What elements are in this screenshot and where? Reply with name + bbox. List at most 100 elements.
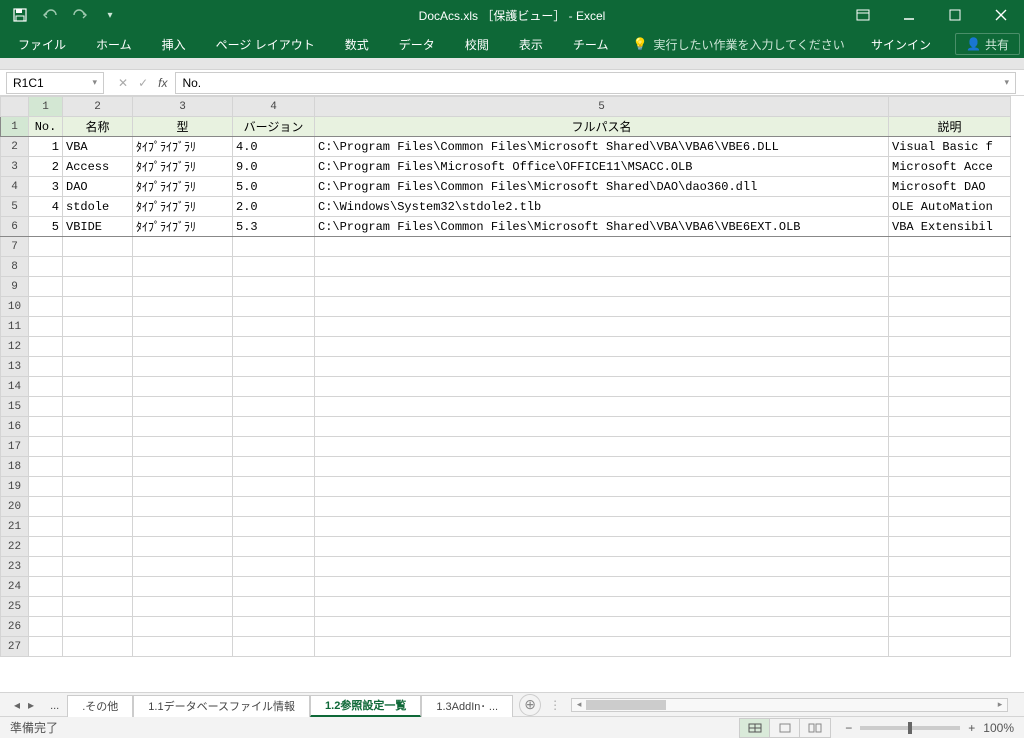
zoom-out-button[interactable]: −	[845, 721, 852, 735]
header-desc[interactable]: 説明	[889, 117, 1011, 137]
zoom-level[interactable]: 100%	[983, 721, 1014, 735]
zoom-thumb[interactable]	[908, 722, 912, 734]
title-bar: ▾ DocAcs.xls ［保護ビュー］ - Excel	[0, 0, 1024, 30]
zoom-in-button[interactable]: +	[968, 721, 975, 735]
tab-view[interactable]: 表示	[505, 30, 557, 58]
sheet-tab-references[interactable]: 1.2参照設定一覧	[310, 695, 421, 717]
fx-icon[interactable]: fx	[158, 76, 167, 90]
sheet-tab-other[interactable]: .その他	[67, 695, 133, 717]
row-header[interactable]: 4	[1, 177, 29, 197]
scroll-left-icon[interactable]: ◂	[572, 699, 586, 711]
header-ver[interactable]: バージョン	[233, 117, 315, 137]
undo-button[interactable]	[36, 2, 64, 28]
col-header-2[interactable]: 2	[63, 97, 133, 117]
sheet-prev-icon[interactable]: ◂	[14, 698, 20, 712]
col-header-4[interactable]: 4	[233, 97, 315, 117]
sheet-tab-addin[interactable]: 1.3AddIn･ ...	[421, 695, 513, 717]
tab-pagelayout[interactable]: ページ レイアウト	[202, 30, 329, 58]
table-row: 2 1 VBA ﾀｲﾌﾟﾗｲﾌﾞﾗﾘ 4.0 C:\Program Files\…	[1, 137, 1011, 157]
zoom-slider[interactable]	[860, 726, 960, 730]
signin-link[interactable]: サインイン	[857, 30, 945, 58]
sheet-tab-dbinfo[interactable]: 1.1データベースファイル情報	[133, 695, 310, 717]
sheet-nav: ◂ ▸	[6, 698, 42, 712]
table-row: 19	[1, 477, 1011, 497]
table-row: 22	[1, 537, 1011, 557]
tab-insert[interactable]: 挿入	[148, 30, 200, 58]
ribbon-display-button[interactable]	[840, 0, 886, 30]
redo-button[interactable]	[66, 2, 94, 28]
table-header-row: 1 No. 名称 型 バージョン フルパス名 説明	[1, 117, 1011, 137]
scroll-thumb[interactable]	[586, 700, 666, 710]
status-text: 準備完了	[10, 719, 58, 736]
row-header[interactable]: 3	[1, 157, 29, 177]
person-icon: 👤	[966, 37, 981, 51]
tab-home[interactable]: ホーム	[82, 30, 146, 58]
expand-formula-icon[interactable]: ▾	[1004, 77, 1009, 88]
qat-customize-icon[interactable]: ▾	[96, 2, 124, 28]
header-type[interactable]: 型	[133, 117, 233, 137]
select-all-corner[interactable]	[1, 97, 29, 117]
table-row: 6 5 VBIDE ﾀｲﾌﾟﾗｲﾌﾞﾗﾘ 5.3 C:\Program File…	[1, 217, 1011, 237]
sheet-tab-overflow[interactable]: ...	[42, 695, 67, 717]
page-layout-button[interactable]	[770, 719, 800, 737]
new-sheet-button[interactable]: ⊕	[519, 694, 541, 716]
worksheet-grid[interactable]: 1 2 3 4 5 1 No. 名称 型 バージョン フルパス名 説明 2 1 …	[0, 96, 1024, 692]
table-row: 3 2 Access ﾀｲﾌﾟﾗｲﾌﾞﾗﾘ 9.0 C:\Program Fil…	[1, 157, 1011, 177]
scroll-right-icon[interactable]: ▸	[993, 699, 1007, 711]
table-row: 5 4 stdole ﾀｲﾌﾟﾗｲﾌﾞﾗﾘ 2.0 C:\Windows\Sys…	[1, 197, 1011, 217]
normal-view-button[interactable]	[740, 719, 770, 737]
tellme-label: 実行したい作業を入力してください	[653, 36, 844, 53]
tellme-search[interactable]: 💡 実行したい作業を入力してください	[632, 36, 844, 53]
table-row: 15	[1, 397, 1011, 417]
row-header[interactable]: 5	[1, 197, 29, 217]
sheet-tabs-bar: ◂ ▸ ... .その他 1.1データベースファイル情報 1.2参照設定一覧 1…	[0, 692, 1024, 716]
header-path[interactable]: フルパス名	[315, 117, 889, 137]
col-header-3[interactable]: 3	[133, 97, 233, 117]
close-button[interactable]	[978, 0, 1024, 30]
zoom-controls: − + 100%	[845, 721, 1014, 735]
col-header-1[interactable]: 1	[29, 97, 63, 117]
chevron-down-icon: ▾	[92, 77, 97, 88]
formula-buttons: ✕ ✓ fx	[118, 76, 167, 90]
table-row: 10	[1, 297, 1011, 317]
formula-value: No.	[182, 76, 201, 90]
name-box[interactable]: R1C1 ▾	[6, 72, 104, 94]
minimize-button[interactable]	[886, 0, 932, 30]
bulb-icon: 💡	[632, 37, 647, 51]
table-row: 20	[1, 497, 1011, 517]
table-row: 16	[1, 417, 1011, 437]
table-row: 11	[1, 317, 1011, 337]
column-headers: 1 2 3 4 5	[1, 97, 1011, 117]
table-row: 25	[1, 597, 1011, 617]
sheet-next-icon[interactable]: ▸	[28, 698, 34, 712]
tab-data[interactable]: データ	[385, 30, 449, 58]
table-row: 18	[1, 457, 1011, 477]
table-row: 27	[1, 637, 1011, 657]
table-row: 8	[1, 257, 1011, 277]
page-break-button[interactable]	[800, 719, 830, 737]
table-row: 9	[1, 277, 1011, 297]
save-button[interactable]	[6, 2, 34, 28]
table-row: 23	[1, 557, 1011, 577]
status-bar: 準備完了 − + 100%	[0, 716, 1024, 738]
row-header-1[interactable]: 1	[1, 117, 29, 137]
tab-formulas[interactable]: 数式	[331, 30, 383, 58]
table-row: 24	[1, 577, 1011, 597]
share-button[interactable]: 👤 共有	[955, 33, 1020, 55]
tab-file[interactable]: ファイル	[4, 30, 80, 58]
formula-input[interactable]: No. ▾	[175, 72, 1016, 94]
row-header[interactable]: 2	[1, 137, 29, 157]
col-header-5[interactable]: 5	[315, 97, 889, 117]
row-header[interactable]: 6	[1, 217, 29, 237]
header-no[interactable]: No.	[29, 117, 63, 137]
tab-review[interactable]: 校閲	[451, 30, 503, 58]
tab-team[interactable]: チーム	[559, 30, 623, 58]
header-name[interactable]: 名称	[63, 117, 133, 137]
table-row: 12	[1, 337, 1011, 357]
horizontal-scrollbar[interactable]: ◂ ▸	[571, 698, 1008, 712]
name-box-value: R1C1	[13, 76, 44, 90]
enter-icon[interactable]: ✓	[138, 76, 148, 90]
maximize-button[interactable]	[932, 0, 978, 30]
col-header-6[interactable]	[889, 97, 1011, 117]
cancel-icon[interactable]: ✕	[118, 76, 128, 90]
